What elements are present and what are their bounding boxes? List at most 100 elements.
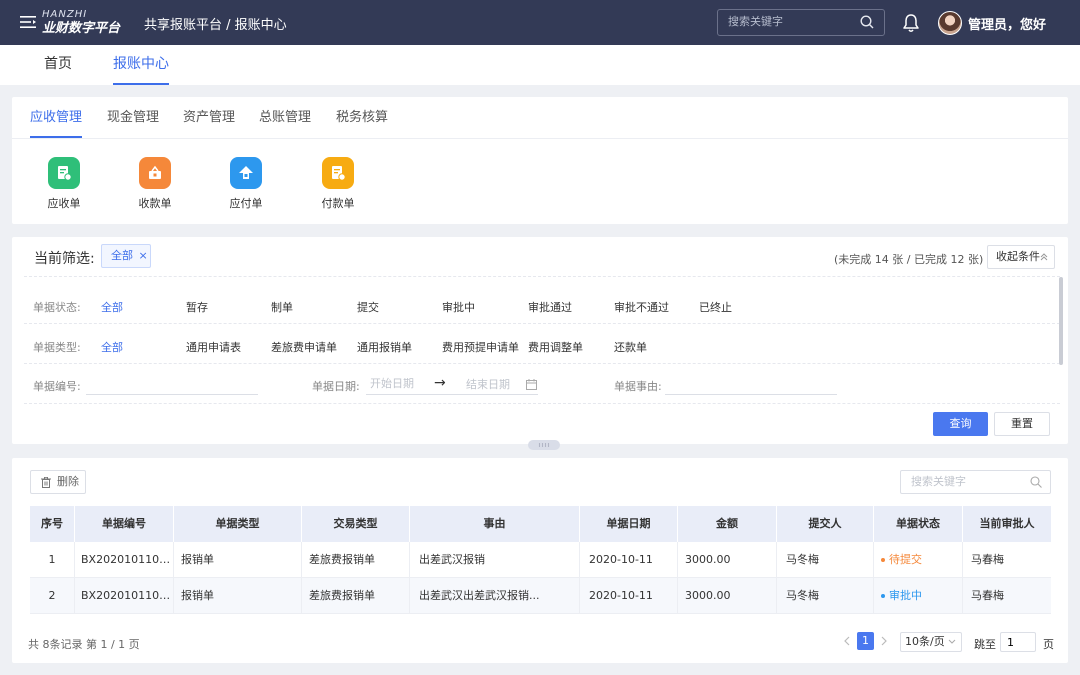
cell-code[interactable]: BX20201011001 — [75, 578, 174, 614]
receivable-doc-icon — [48, 157, 80, 189]
query-button[interactable]: 查询 — [933, 412, 988, 436]
doc-count-summary: (未完成 14 张 / 已完成 12 张) — [834, 253, 984, 266]
main-nav: 首页 报账中心 — [0, 45, 1080, 85]
top-search-input[interactable] — [728, 15, 858, 28]
tile-payment[interactable]: 付款单 — [308, 157, 368, 211]
logo-line1: HANZHI — [42, 9, 88, 20]
cell-status: 待提交 — [874, 542, 963, 578]
status-option-approved[interactable]: 审批通过 — [528, 299, 572, 315]
tab-receivable[interactable]: 应收管理 — [30, 97, 83, 138]
status-option-rejected[interactable]: 审批不通过 — [614, 299, 669, 315]
tab-tax[interactable]: 税务核算 — [336, 97, 388, 138]
top-bar: HANZHI 业财数字平台 共享报账平台 / 报账中心 管理员，您好 — [0, 0, 1080, 45]
tile-receipt-label: 收款单 — [138, 197, 172, 210]
cell-approver: 马春梅 — [971, 553, 1004, 566]
table-row[interactable]: 1 BX20201011001 报销单 差旅费报销单 出差武汉报销 2020-1… — [30, 542, 1051, 578]
status-option-draft[interactable]: 暂存 — [186, 299, 208, 315]
logo[interactable]: HANZHI 业财数字平台 — [42, 9, 120, 35]
receipt-icon — [139, 157, 171, 189]
type-option-all[interactable]: 全部 — [101, 339, 123, 355]
tile-receipt[interactable]: 收款单 — [125, 157, 185, 211]
column-header-date: 单据日期 — [580, 506, 678, 542]
user-greeting[interactable]: 管理员，您好 — [968, 14, 1046, 33]
reset-button[interactable]: 重置 — [994, 412, 1050, 436]
jump-label: 跳至 — [974, 638, 996, 651]
type-option-expense-adjust[interactable]: 费用调整单 — [528, 339, 583, 355]
cell-reason: 出差武汉出差武汉报销... — [410, 578, 580, 614]
chevron-up-double-icon — [1040, 253, 1048, 261]
table-header: 序号 单据编号 单据类型 交易类型 事由 单据日期 金额 提交人 单据状态 当前… — [30, 506, 1051, 542]
type-option-general-reimbursement[interactable]: 通用报销单 — [357, 339, 412, 355]
type-option-general-request[interactable]: 通用申请表 — [186, 339, 241, 355]
resize-handle[interactable] — [528, 440, 560, 450]
status-option-submitted[interactable]: 提交 — [357, 299, 379, 315]
jump-page-input[interactable] — [1000, 632, 1036, 652]
cell-submitter: 马冬梅 — [777, 578, 874, 614]
chevron-right-icon[interactable] — [879, 632, 889, 650]
page-size-select[interactable]: 10条/页 — [900, 632, 962, 652]
filter-scrollbar[interactable] — [1059, 277, 1063, 365]
tile-payable[interactable]: 应付单 — [216, 157, 276, 211]
tab-ledger[interactable]: 总账管理 — [259, 97, 311, 138]
doc-reason-input[interactable] — [665, 373, 837, 395]
avatar[interactable] — [938, 11, 962, 35]
tile-payment-label: 付款单 — [321, 197, 355, 210]
column-header-amount: 金额 — [678, 506, 777, 542]
nav-tab-home[interactable]: 首页 — [44, 45, 72, 85]
nav-tab-reimbursement-center[interactable]: 报账中心 — [113, 45, 169, 85]
doc-number-input[interactable] — [86, 373, 258, 395]
jump-unit: 页 — [1043, 638, 1054, 651]
menu-toggle-icon[interactable] — [20, 16, 36, 28]
type-filter-label: 单据类型: — [33, 341, 81, 354]
filter-title: 当前筛选: — [34, 251, 95, 267]
status-option-all[interactable]: 全部 — [101, 299, 123, 315]
close-icon[interactable]: × — [139, 249, 148, 262]
status-option-created[interactable]: 制单 — [271, 299, 293, 315]
tab-cash[interactable]: 现金管理 — [107, 97, 159, 138]
type-option-travel-request[interactable]: 差旅费申请单 — [271, 339, 337, 355]
status-option-terminated[interactable]: 已终止 — [699, 299, 732, 315]
tab-assets[interactable]: 资产管理 — [183, 97, 235, 138]
status-filter-label: 单据状态: — [33, 301, 81, 314]
column-header-submitter: 提交人 — [777, 506, 874, 542]
collapse-filters-button[interactable]: 收起条件 — [987, 245, 1055, 269]
cell-submitter: 马冬梅 — [777, 542, 874, 578]
active-filter-chip[interactable]: 全部 × — [101, 244, 151, 268]
payment-doc-icon — [322, 157, 354, 189]
module-tabs: 应收管理 现金管理 资产管理 总账管理 税务核算 — [12, 97, 1068, 139]
status-filter-row: 单据状态: 全部 暂存 制单 提交 审批中 审批通过 审批不通过 已终止 — [12, 296, 1068, 316]
filter-panel: 当前筛选: 全部 × (未完成 14 张 / 已完成 12 张) 收起条件 单据… — [12, 237, 1068, 450]
cell-index: 2 — [30, 578, 75, 614]
type-option-repayment[interactable]: 还款单 — [614, 339, 647, 355]
search-icon[interactable] — [860, 15, 874, 29]
tile-receivable-label: 应收单 — [47, 197, 81, 210]
table-row[interactable]: 2 BX20201011001 报销单 差旅费报销单 出差武汉出差武汉报销...… — [30, 578, 1051, 614]
tile-receivable[interactable]: 应收单 — [34, 157, 94, 211]
calendar-icon[interactable] — [526, 379, 537, 390]
doc-reason-label: 单据事由: — [614, 380, 662, 393]
cell-amount: 3000.00 — [678, 542, 777, 578]
active-filter-chip-label: 全部 — [111, 249, 133, 262]
status-dot-icon — [881, 594, 885, 598]
cell-date: 2020-10-11 — [580, 578, 678, 614]
top-search-box[interactable] — [717, 9, 885, 36]
delete-button[interactable]: 删除 — [30, 470, 86, 494]
page-number-current[interactable]: 1 — [857, 632, 874, 650]
logo-line2: 业财数字平台 — [42, 21, 121, 36]
table-search-input[interactable] — [911, 475, 1021, 488]
type-filter-row: 单据类型: 全部 通用申请表 差旅费申请单 通用报销单 费用预提申请单 费用调整… — [12, 336, 1068, 356]
doc-number-label: 单据编号: — [33, 380, 81, 393]
chevron-left-icon[interactable] — [842, 632, 852, 650]
search-icon[interactable] — [1030, 476, 1042, 488]
type-option-accrual-request[interactable]: 费用预提申请单 — [442, 339, 519, 355]
tile-payable-label: 应付单 — [229, 197, 263, 210]
status-option-approving[interactable]: 审批中 — [442, 299, 475, 315]
status-badge: 待提交 — [889, 553, 922, 566]
cell-doc-type: 报销单 — [174, 542, 302, 578]
cell-code[interactable]: BX20201011001 — [75, 542, 174, 578]
document-table: 序号 单据编号 单据类型 交易类型 事由 单据日期 金额 提交人 单据状态 当前… — [30, 506, 1051, 614]
notification-bell-icon[interactable] — [902, 13, 920, 33]
cell-reason: 出差武汉报销 — [410, 542, 580, 578]
column-header-code: 单据编号 — [75, 506, 174, 542]
table-search-box[interactable] — [900, 470, 1051, 494]
